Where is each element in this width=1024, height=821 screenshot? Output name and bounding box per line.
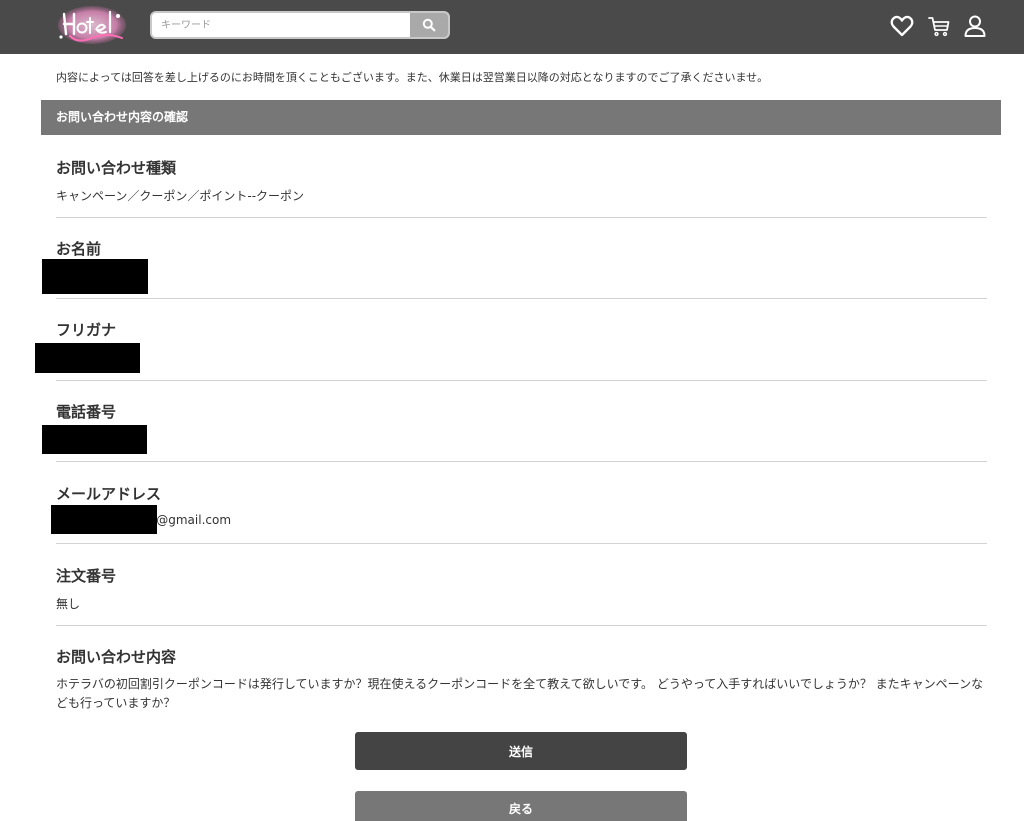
site-header xyxy=(0,0,1024,54)
field-label: メールアドレス xyxy=(56,485,162,503)
message-value: ホテラバの初回割引クーポンコードは発行していますか？現在使えるクーポンコードを全… xyxy=(56,677,984,710)
redacted-furigana xyxy=(35,343,140,373)
field-label: お問い合わせ内容 xyxy=(56,648,177,666)
divider xyxy=(56,380,987,381)
field-label: お問い合わせ種類 xyxy=(56,159,177,177)
divider xyxy=(56,543,987,544)
field-value: キャンペーン／クーポン／ポイント--クーポン xyxy=(56,189,305,203)
search-icon xyxy=(422,18,436,32)
search-bar xyxy=(150,11,450,39)
divider xyxy=(56,217,987,218)
back-button[interactable]: 戻る xyxy=(355,791,687,821)
divider xyxy=(56,625,987,626)
field-label: フリガナ xyxy=(56,321,117,339)
submit-button[interactable]: 送信 xyxy=(355,732,687,770)
field-label: 注文番号 xyxy=(56,567,117,585)
notice-text: 内容によっては回答を差し上げるのにお時間を頂くこともございます。また、休業日は翌… xyxy=(56,71,769,84)
divider xyxy=(56,461,987,462)
user-icon[interactable] xyxy=(962,13,988,39)
divider xyxy=(56,298,987,299)
redacted-email xyxy=(51,505,157,534)
field-label: お名前 xyxy=(56,240,102,258)
search-button[interactable] xyxy=(410,13,448,37)
field-label: 電話番号 xyxy=(56,403,117,421)
field-value: 無し xyxy=(56,597,81,611)
logo-image xyxy=(58,6,126,44)
search-input[interactable] xyxy=(152,13,412,37)
section-title: お問い合わせ内容の確認 xyxy=(41,100,1001,135)
redacted-phone xyxy=(42,425,147,454)
heart-icon[interactable] xyxy=(889,13,915,39)
site-logo[interactable] xyxy=(56,4,128,46)
cart-icon[interactable] xyxy=(926,13,952,39)
field-value: s@gmail.com xyxy=(150,513,232,527)
redacted-name xyxy=(42,259,148,294)
